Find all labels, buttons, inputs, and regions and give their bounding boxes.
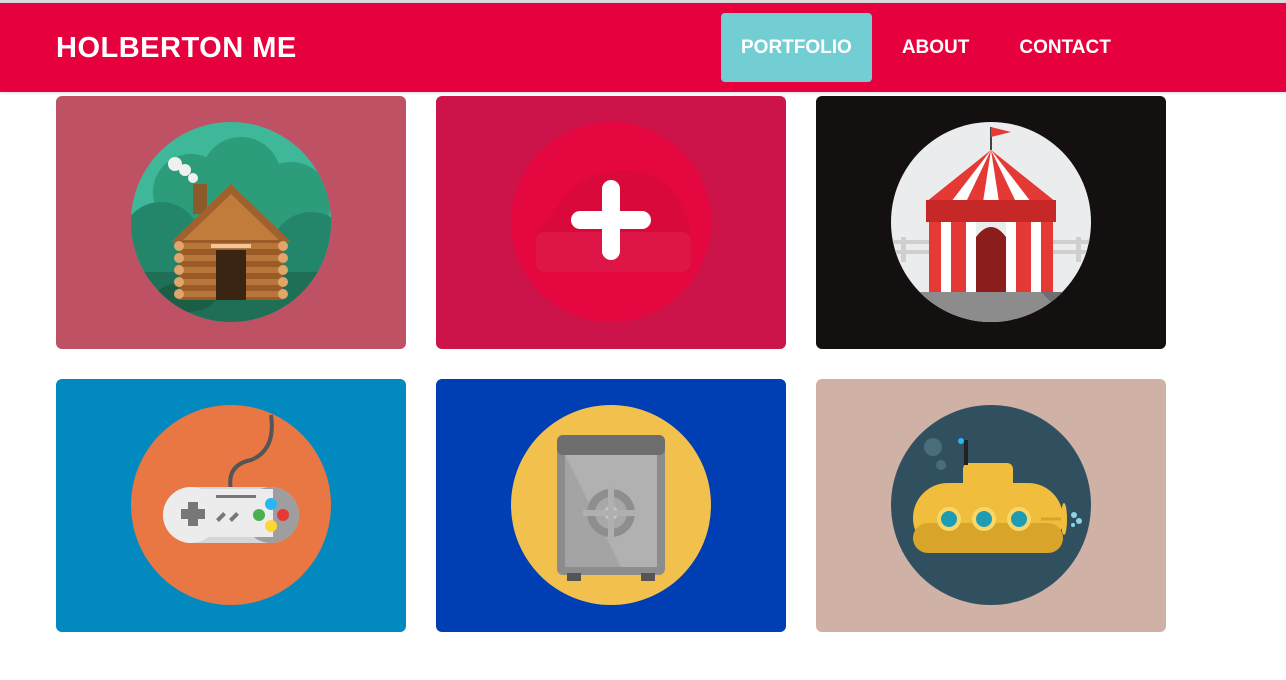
circus-tent-icon — [891, 122, 1091, 322]
portfolio-card-cabin[interactable] — [56, 96, 406, 349]
log-cabin-icon — [131, 122, 331, 322]
nav-about[interactable]: ABOUT — [882, 13, 990, 82]
site-header: HOLBERTON ME PORTFOLIO ABOUT CONTACT — [0, 3, 1286, 92]
nav-contact[interactable]: CONTACT — [999, 13, 1130, 82]
site-title[interactable]: HOLBERTON ME — [56, 3, 297, 92]
plus-icon — [511, 122, 711, 322]
main-nav: PORTFOLIO ABOUT CONTACT — [721, 13, 1131, 82]
nav-portfolio[interactable]: PORTFOLIO — [721, 13, 872, 82]
portfolio-card-controller[interactable] — [56, 379, 406, 632]
safe-icon — [511, 405, 711, 605]
portfolio-card-submarine[interactable] — [816, 379, 1166, 632]
submarine-icon — [891, 405, 1091, 605]
game-controller-icon — [131, 405, 331, 605]
portfolio-card-safe[interactable] — [436, 379, 786, 632]
portfolio-card-plus[interactable] — [436, 96, 786, 349]
portfolio-card-circus[interactable] — [816, 96, 1166, 349]
